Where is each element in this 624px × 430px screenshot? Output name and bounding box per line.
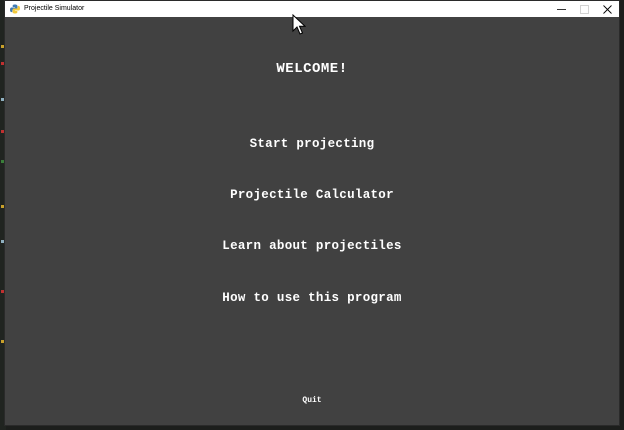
how-to-use-button[interactable]: How to use this program bbox=[5, 291, 619, 305]
window-title: Projectile Simulator bbox=[24, 5, 85, 12]
mouse-pointer-icon bbox=[292, 14, 306, 35]
maximize-icon bbox=[580, 4, 589, 14]
close-button[interactable] bbox=[596, 1, 619, 17]
app-window: Projectile Simulator WELCOME! Start proj… bbox=[4, 0, 620, 426]
minimize-button[interactable] bbox=[550, 1, 573, 17]
maximize-button[interactable] bbox=[573, 1, 596, 17]
main-menu-screen: WELCOME! Start projecting Projectile Cal… bbox=[5, 17, 619, 425]
learn-about-projectiles-button[interactable]: Learn about projectiles bbox=[5, 239, 619, 253]
close-icon bbox=[603, 4, 612, 14]
start-projecting-button[interactable]: Start projecting bbox=[5, 137, 619, 151]
welcome-heading: WELCOME! bbox=[276, 61, 348, 77]
minimize-icon bbox=[557, 5, 566, 14]
projectile-calculator-button[interactable]: Projectile Calculator bbox=[5, 188, 619, 202]
quit-button[interactable]: Quit bbox=[5, 396, 619, 405]
title-bar[interactable]: Projectile Simulator bbox=[5, 1, 619, 17]
python-icon bbox=[10, 4, 20, 14]
